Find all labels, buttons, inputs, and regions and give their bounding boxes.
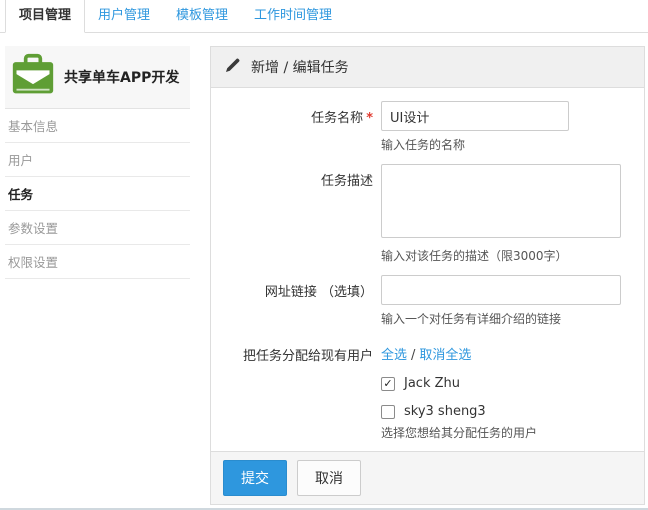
select-links: 全选 / 取消全选 — [381, 338, 537, 363]
sidebar-item-basic-info[interactable]: 基本信息 — [5, 109, 190, 143]
task-url-control: 输入一个对任务有详细介绍的链接 — [381, 275, 621, 327]
sidebar-item-users[interactable]: 用户 — [5, 143, 190, 177]
tab-template-management[interactable]: 模板管理 — [163, 0, 241, 32]
page: 项目管理 用户管理 模板管理 工作时间管理 共享单车APP开发 基本信息 — [0, 0, 648, 510]
sidebar-item-permission-settings[interactable]: 权限设置 — [5, 245, 190, 279]
task-form-panel: 新增 / 编辑任务 任务名称* 输入任务的名称 任务描述 — [210, 46, 645, 505]
task-name-label-text: 任务名称 — [311, 111, 363, 126]
task-name-input[interactable] — [381, 101, 569, 131]
task-description-control: 输入对该任务的描述（限3000字） — [381, 164, 621, 264]
user-checkbox-sky3-sheng3[interactable]: sky3 sheng3 — [381, 404, 537, 419]
top-tab-bar: 项目管理 用户管理 模板管理 工作时间管理 — [0, 0, 648, 33]
row-assign-users: 把任务分配给现有用户 全选 / 取消全选 ✓ Jack Zhu sky3 sheng… — [211, 338, 644, 441]
link-separator: / — [411, 348, 415, 363]
row-task-url: 网址链接 （选填） 输入一个对任务有详细介绍的链接 — [211, 275, 644, 327]
main-content: 共享单车APP开发 基本信息 用户 任务 参数设置 权限设置 新增 / 编辑任务 — [0, 33, 648, 505]
assign-users-label: 把任务分配给现有用户 — [211, 338, 381, 441]
task-description-label: 任务描述 — [211, 164, 381, 264]
deselect-all-link[interactable]: 取消全选 — [419, 348, 471, 363]
select-all-link[interactable]: 全选 — [381, 348, 407, 363]
panel-header: 新增 / 编辑任务 — [211, 47, 644, 88]
submit-button[interactable]: 提交 — [223, 460, 287, 496]
task-url-input[interactable] — [381, 275, 621, 305]
task-name-label: 任务名称* — [211, 101, 381, 153]
task-form: 任务名称* 输入任务的名称 任务描述 输入对该任务的描述（限3000字） — [211, 88, 644, 451]
task-description-textarea[interactable] — [381, 164, 621, 238]
task-description-help: 输入对该任务的描述（限3000字） — [381, 247, 621, 264]
panel-title: 新增 / 编辑任务 — [251, 57, 349, 77]
form-footer: 提交 取消 — [211, 451, 644, 504]
sidebar: 共享单车APP开发 基本信息 用户 任务 参数设置 权限设置 — [5, 46, 190, 505]
tab-user-management[interactable]: 用户管理 — [85, 0, 163, 32]
checkbox-checked-icon[interactable]: ✓ — [381, 377, 395, 391]
task-url-label: 网址链接 （选填） — [211, 275, 381, 327]
row-task-name: 任务名称* 输入任务的名称 — [211, 101, 644, 153]
row-task-description: 任务描述 输入对该任务的描述（限3000字） — [211, 164, 644, 264]
task-name-control: 输入任务的名称 — [381, 101, 569, 153]
required-asterisk: * — [366, 111, 373, 126]
cancel-button[interactable]: 取消 — [297, 460, 361, 496]
task-name-help: 输入任务的名称 — [381, 136, 569, 153]
checkbox-unchecked-icon[interactable] — [381, 405, 395, 419]
tab-project-management[interactable]: 项目管理 — [5, 0, 85, 33]
pencil-icon — [225, 57, 241, 77]
briefcase-icon — [11, 53, 55, 101]
assign-users-control: 全选 / 取消全选 ✓ Jack Zhu sky3 sheng3 选择您想给其分配任… — [381, 338, 537, 441]
tab-worktime-management[interactable]: 工作时间管理 — [241, 0, 345, 32]
project-header: 共享单车APP开发 — [5, 46, 190, 109]
task-url-help: 输入一个对任务有详细介绍的链接 — [381, 310, 621, 327]
sidebar-nav: 基本信息 用户 任务 参数设置 权限设置 — [5, 109, 190, 279]
sidebar-item-parameter-settings[interactable]: 参数设置 — [5, 211, 190, 245]
sidebar-item-tasks[interactable]: 任务 — [5, 177, 190, 211]
user-name: sky3 sheng3 — [404, 404, 486, 419]
user-name: Jack Zhu — [404, 376, 460, 391]
assign-users-help: 选择您想给其分配任务的用户 — [381, 424, 537, 441]
project-title: 共享单车APP开发 — [64, 67, 179, 87]
user-checkbox-jack-zhu[interactable]: ✓ Jack Zhu — [381, 376, 537, 391]
